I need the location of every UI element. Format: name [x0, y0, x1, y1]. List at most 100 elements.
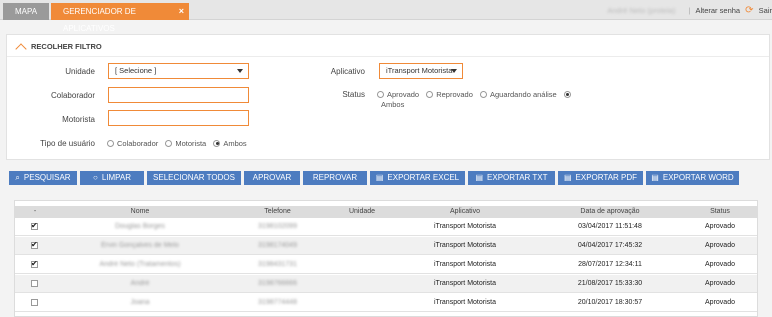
- column-header[interactable]: Data de aprovação: [560, 208, 660, 215]
- filter-panel: RECOLHER FILTRO Unidade [ Selecione ] Co…: [6, 34, 770, 160]
- motorista-input[interactable]: [108, 110, 249, 126]
- top-bar: MAPA GERENCIADOR DE APLICATIVOS × André …: [0, 0, 772, 33]
- close-icon[interactable]: ×: [179, 3, 184, 20]
- chevron-up-icon[interactable]: [15, 43, 27, 55]
- table-row[interactable]: André Neto (Tratamentos) 3198431731 iTra…: [15, 256, 757, 274]
- user-name: André Neto (proteia): [607, 6, 676, 15]
- unidade-label: Unidade: [65, 67, 95, 76]
- exportar-pdf-button[interactable]: ▤ EXPORTAR PDF: [558, 171, 643, 185]
- aplicativo-select[interactable]: iTransport Motorista: [379, 63, 463, 79]
- column-header: -: [33, 208, 37, 215]
- button-label: EXPORTAR TXT: [487, 173, 548, 182]
- radio-aprovado[interactable]: Aprovado: [375, 90, 419, 99]
- radio-icon[interactable]: [480, 90, 487, 98]
- tab-label: GERENCIADOR DE APLICATIVOS: [63, 7, 136, 33]
- radio-icon[interactable]: [107, 139, 114, 147]
- status-ambos-label: Ambos: [381, 100, 405, 109]
- aplicativo-label: Aplicativo: [330, 67, 365, 76]
- row-checkbox[interactable]: [31, 240, 38, 249]
- row-checkbox[interactable]: [31, 280, 38, 287]
- cell-nome: Ervin Gonçalves de Melo: [101, 242, 179, 249]
- row-checkbox[interactable]: [31, 221, 38, 230]
- table-row[interactable]: André 3198766666 iTransport Motorista 21…: [15, 275, 757, 293]
- button-label: SELECIONAR TODOS: [153, 173, 235, 182]
- button-label: EXPORTAR WORD: [662, 173, 734, 182]
- reprovar-button[interactable]: REPROVAR: [303, 171, 367, 185]
- column-header[interactable]: Nome: [90, 208, 190, 215]
- export-icon: ▤: [563, 173, 572, 182]
- radio-colaborador[interactable]: Colaborador: [105, 139, 158, 148]
- circle-icon: ○: [92, 173, 98, 182]
- button-label: PESQUISAR: [23, 173, 71, 182]
- column-header[interactable]: Telefone: [240, 208, 315, 215]
- exportar-word-button[interactable]: ▤ EXPORTAR WORD: [646, 171, 739, 185]
- cell-telefone: 3198102099: [258, 223, 297, 230]
- chevron-down-icon: [451, 69, 457, 73]
- radio-status-ambos-button[interactable]: [562, 90, 574, 99]
- tab-gerenciador-aplicativos[interactable]: GERENCIADOR DE APLICATIVOS ×: [51, 3, 189, 33]
- limpar-button[interactable]: ○ LIMPAR: [80, 171, 144, 185]
- radio-reprovado[interactable]: Reprovado: [424, 90, 473, 99]
- column-header[interactable]: Aplicativo: [415, 208, 515, 215]
- cell-telefone: 3198774448: [258, 299, 297, 306]
- radio-ambos[interactable]: Ambos: [211, 139, 247, 148]
- cell-data: 03/04/2017 11:51:48: [578, 223, 642, 230]
- cell-nome: Joana: [130, 299, 150, 306]
- refresh-icon[interactable]: ⟳: [745, 5, 753, 16]
- radio-icon[interactable]: [165, 139, 173, 147]
- search-icon: ⌕: [15, 173, 20, 182]
- logout-link[interactable]: Sair: [759, 6, 772, 15]
- cell-telefone: 3198174049: [258, 242, 297, 249]
- radio-selected-icon[interactable]: [213, 139, 221, 147]
- cell-telefone: 3198766666: [258, 280, 297, 287]
- exportar-txt-button[interactable]: ▤ EXPORTAR TXT: [468, 171, 555, 185]
- table-row[interactable]: Joana 3198774448 iTransport Motorista 20…: [15, 294, 757, 312]
- radio-label: Ambos: [223, 139, 247, 148]
- button-label: APROVAR: [252, 173, 292, 182]
- tipo-usuario-radio-group: Colaborador Motorista Ambos: [105, 139, 250, 148]
- filter-header[interactable]: RECOLHER FILTRO: [7, 35, 769, 57]
- collapse-filter-label[interactable]: RECOLHER FILTRO: [31, 42, 102, 51]
- radio-icon[interactable]: [426, 90, 434, 98]
- cell-aplicativo: iTransport Motorista: [434, 299, 496, 306]
- column-header[interactable]: Status: [690, 208, 750, 215]
- colaborador-input[interactable]: [108, 87, 249, 103]
- user-area: André Neto (proteia) | Alterar senha ⟳ S…: [607, 5, 772, 17]
- status-radio-group: Aprovado Reprovado Aguardando análise: [375, 90, 577, 99]
- exportar-excel-button[interactable]: ▤ EXPORTAR EXCEL: [370, 171, 465, 185]
- separator: |: [688, 6, 691, 15]
- cell-telefone: 3198431731: [258, 261, 297, 268]
- table-row[interactable]: Ervin Gonçalves de Melo 3198174049 iTran…: [15, 237, 757, 255]
- radio-label: Aprovado: [387, 90, 420, 99]
- cell-status: Aprovado: [705, 299, 735, 306]
- button-label: EXPORTAR EXCEL: [387, 173, 460, 182]
- cell-nome: André: [130, 280, 150, 287]
- radio-motorista[interactable]: Motorista: [163, 139, 206, 148]
- radio-label: Aguardando análise: [490, 90, 557, 99]
- cell-data: 04/04/2017 17:45:32: [577, 242, 643, 249]
- export-icon: ▤: [651, 173, 659, 182]
- column-header[interactable]: Unidade: [327, 208, 397, 215]
- cell-data: 21/08/2017 15:33:30: [577, 280, 643, 287]
- radio-icon[interactable]: [377, 90, 384, 98]
- tab-mapa[interactable]: MAPA: [3, 3, 49, 20]
- results-table: - Nome Telefone Unidade Aplicativo Data …: [14, 200, 758, 317]
- cell-data: 28/07/2017 12:34:11: [578, 261, 642, 268]
- row-checkbox[interactable]: [31, 299, 38, 306]
- change-password-link[interactable]: Alterar senha: [695, 6, 740, 15]
- cell-status: Aprovado: [705, 223, 735, 230]
- table-row[interactable]: Douglas Borges 3198102099 iTransport Mot…: [15, 218, 757, 236]
- radio-label: Colaborador: [117, 139, 159, 148]
- aprovar-button[interactable]: APROVAR: [244, 171, 300, 185]
- export-icon: ▤: [375, 173, 384, 182]
- cell-status: Aprovado: [705, 280, 735, 287]
- table-header: - Nome Telefone Unidade Aplicativo Data …: [15, 206, 757, 218]
- radio-aguardando[interactable]: Aguardando análise: [478, 90, 557, 99]
- cell-aplicativo: iTransport Motorista: [434, 223, 496, 230]
- pesquisar-button[interactable]: ⌕ PESQUISAR: [9, 171, 77, 185]
- row-checkbox[interactable]: [31, 259, 38, 268]
- cell-status: Aprovado: [705, 242, 735, 249]
- selecionar-todos-button[interactable]: SELECIONAR TODOS: [147, 171, 241, 185]
- unidade-select[interactable]: [ Selecione ]: [108, 63, 249, 79]
- radio-selected-icon[interactable]: [563, 90, 571, 98]
